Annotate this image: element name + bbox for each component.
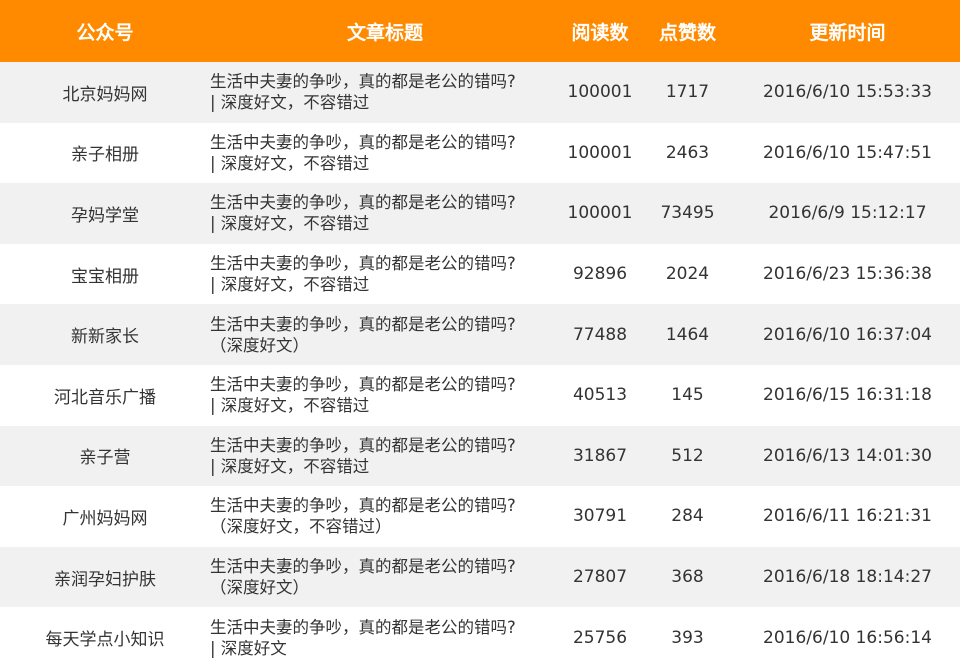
article-title-line1: 生活中夫妻的争吵，真的都是老公的错吗? [210,254,516,274]
article-title-line2: | 深度好文，不容错过 [210,456,370,476]
account-name: 河北音乐广播 [54,387,156,408]
article-title[interactable]: 生活中夫妻的争吵，真的都是老公的错吗? | 深度好文，不容错过 [210,253,560,295]
table-row[interactable]: 新新家长 生活中夫妻的争吵，真的都是老公的错吗? （深度好文） 77488 14… [0,304,960,365]
table-row[interactable]: 北京妈妈网 生活中夫妻的争吵，真的都是老公的错吗? | 深度好文，不容错过 10… [0,62,960,123]
article-title-line2: （深度好文） [210,335,309,355]
article-title-line2: | 深度好文，不容错过 [210,153,370,173]
read-count: 92896 [572,264,628,285]
read-count: 40513 [572,385,628,406]
update-time: 2016/6/13 14:01:30 [763,445,932,466]
read-count: 77488 [572,324,628,345]
table-row[interactable]: 广州妈妈网 生活中夫妻的争吵，真的都是老公的错吗? （深度好文，不容错过） 30… [0,486,960,547]
articles-table: 公众号 文章标题 阅读数 点赞数 更新时间 北京妈妈网 生活中夫妻的争吵，真的都… [0,0,960,668]
article-title-line1: 生活中夫妻的争吵，真的都是老公的错吗? [210,72,516,92]
like-count: 1464 [665,324,710,345]
table-header: 公众号 文章标题 阅读数 点赞数 更新时间 [0,0,960,62]
article-title-line1: 生活中夫妻的争吵，真的都是老公的错吗? [210,617,516,637]
table-row[interactable]: 亲润孕妇护肤 生活中夫妻的争吵，真的都是老公的错吗? （深度好文） 27807 … [0,546,960,608]
header-updated[interactable]: 更新时间 [735,18,960,45]
article-title[interactable]: 生活中夫妻的争吵，真的都是老公的错吗? | 深度好文，不容错过 [210,71,560,113]
account-name: 孕妈学堂 [71,205,139,226]
article-title[interactable]: 生活中夫妻的争吵，真的都是老公的错吗? | 深度好文，不容错过 [210,192,560,234]
read-count: 31867 [572,445,628,466]
like-count: 2463 [665,142,710,163]
header-likes[interactable]: 点赞数 [640,18,735,45]
article-title-line1: 生活中夫妻的争吵，真的都是老公的错吗? [210,435,516,455]
like-count: 393 [671,627,704,648]
update-time: 2016/6/15 16:31:18 [763,385,932,406]
article-title[interactable]: 生活中夫妻的争吵，真的都是老公的错吗? | 深度好文，不容错过 [210,374,560,416]
read-count: 27807 [572,567,628,588]
article-title-line2: | 深度好文，不容错过 [210,93,370,113]
account-name: 北京妈妈网 [62,84,148,105]
update-time: 2016/6/10 15:47:51 [763,142,932,163]
like-count: 284 [671,506,704,527]
table-row[interactable]: 亲子相册 生活中夫妻的争吵，真的都是老公的错吗? | 深度好文，不容错过 100… [0,122,960,184]
account-name: 新新家长 [71,327,139,348]
article-title-line2: （深度好文，不容错过） [210,517,392,537]
update-time: 2016/6/10 15:53:33 [763,82,932,103]
read-count: 100001 [567,82,633,103]
header-reads[interactable]: 阅读数 [560,18,640,45]
like-count: 2024 [665,264,710,285]
account-name: 亲润孕妇护肤 [54,569,156,590]
article-title[interactable]: 生活中夫妻的争吵，真的都是老公的错吗? | 深度好文，不容错过 [210,435,560,477]
account-name: 亲子营 [79,448,131,469]
like-count: 512 [671,445,704,466]
table-row[interactable]: 亲子营 生活中夫妻的争吵，真的都是老公的错吗? | 深度好文，不容错过 3186… [0,425,960,487]
read-count: 30791 [572,506,628,527]
update-time: 2016/6/23 15:36:38 [763,264,932,285]
article-title-line2: | 深度好文 [210,638,287,658]
article-title[interactable]: 生活中夫妻的争吵，真的都是老公的错吗? | 深度好文 [210,617,560,659]
article-title-line1: 生活中夫妻的争吵，真的都是老公的错吗? [210,375,516,395]
article-title-line2: | 深度好文，不容错过 [210,275,370,295]
article-title-line1: 生活中夫妻的争吵，真的都是老公的错吗? [210,193,516,213]
header-title[interactable]: 文章标题 [210,18,560,45]
table-row[interactable]: 宝宝相册 生活中夫妻的争吵，真的都是老公的错吗? | 深度好文，不容错过 928… [0,243,960,305]
article-title-line2: | 深度好文，不容错过 [210,396,370,416]
article-title[interactable]: 生活中夫妻的争吵，真的都是老公的错吗? | 深度好文，不容错过 [210,132,560,174]
article-title-line2: （深度好文） [210,578,309,598]
read-count: 25756 [572,627,628,648]
account-name: 亲子相册 [71,145,139,166]
account-name: 每天学点小知识 [45,630,165,651]
update-time: 2016/6/10 16:37:04 [763,324,932,345]
update-time: 2016/6/9 15:12:17 [768,203,927,224]
article-title-line1: 生活中夫妻的争吵，真的都是老公的错吗? [210,496,516,516]
article-title-line1: 生活中夫妻的争吵，真的都是老公的错吗? [210,314,516,334]
account-name: 广州妈妈网 [62,508,148,529]
update-time: 2016/6/11 16:21:31 [763,506,932,527]
article-title[interactable]: 生活中夫妻的争吵，真的都是老公的错吗? （深度好文） [210,556,560,598]
account-name: 宝宝相册 [71,266,139,287]
table-row[interactable]: 孕妈学堂 生活中夫妻的争吵，真的都是老公的错吗? | 深度好文，不容错过 100… [0,183,960,244]
article-title-line2: | 深度好文，不容错过 [210,214,370,234]
table-row[interactable]: 每天学点小知识 生活中夫妻的争吵，真的都是老公的错吗? | 深度好文 25756… [0,607,960,668]
read-count: 100001 [567,203,633,224]
table-row[interactable]: 河北音乐广播 生活中夫妻的争吵，真的都是老公的错吗? | 深度好文，不容错过 4… [0,364,960,426]
article-title[interactable]: 生活中夫妻的争吵，真的都是老公的错吗? （深度好文，不容错过） [210,495,560,537]
header-account[interactable]: 公众号 [0,18,210,45]
update-time: 2016/6/10 16:56:14 [763,627,932,648]
like-count: 73495 [660,203,715,224]
like-count: 1717 [665,82,710,103]
update-time: 2016/6/18 18:14:27 [763,567,932,588]
article-title-line1: 生活中夫妻的争吵，真的都是老公的错吗? [210,132,516,152]
read-count: 100001 [567,142,633,163]
article-title-line1: 生活中夫妻的争吵，真的都是老公的错吗? [210,557,516,577]
like-count: 145 [671,385,704,406]
article-title[interactable]: 生活中夫妻的争吵，真的都是老公的错吗? （深度好文） [210,314,560,356]
like-count: 368 [671,567,704,588]
